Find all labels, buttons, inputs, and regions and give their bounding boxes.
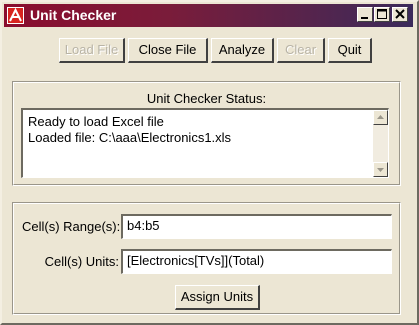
close-file-button[interactable]: Close File bbox=[128, 38, 208, 63]
close-icon bbox=[395, 9, 405, 19]
assign-units-button[interactable]: Assign Units bbox=[175, 285, 260, 310]
title-bar[interactable]: Unit Checker bbox=[4, 4, 413, 27]
vertical-scrollbar[interactable] bbox=[373, 110, 388, 177]
status-heading: Unit Checker Status: bbox=[146, 91, 267, 106]
maximize-button[interactable] bbox=[374, 7, 390, 22]
status-line: Loaded file: C:\aaa\Electronics1.xls bbox=[28, 130, 232, 145]
status-log[interactable]: Ready to load Excel file Loaded file: C:… bbox=[21, 108, 389, 178]
minimize-icon bbox=[361, 17, 368, 19]
close-button[interactable] bbox=[392, 7, 408, 22]
scroll-up-button[interactable] bbox=[373, 110, 388, 125]
minimize-button[interactable] bbox=[357, 7, 373, 22]
units-input[interactable]: [Electronics[TVs]](Total) bbox=[121, 249, 392, 274]
range-label: Cell(s) Range(s): bbox=[22, 219, 121, 234]
maximize-icon bbox=[377, 9, 387, 19]
scroll-down-button[interactable] bbox=[373, 162, 388, 177]
window-title: Unit Checker bbox=[30, 7, 117, 23]
units-label: Cell(s) Units: bbox=[44, 254, 119, 269]
app-window: Unit Checker Load File Close File Analyz… bbox=[0, 0, 419, 325]
status-line: Ready to load Excel file bbox=[28, 114, 164, 129]
analyze-button[interactable]: Analyze bbox=[211, 38, 274, 63]
load-file-button[interactable]: Load File bbox=[59, 38, 125, 63]
app-logo-icon bbox=[7, 7, 24, 24]
arrow-up-icon bbox=[377, 115, 384, 119]
status-lines: Ready to load Excel file Loaded file: C:… bbox=[28, 114, 231, 146]
quit-button[interactable]: Quit bbox=[328, 38, 372, 63]
clear-button[interactable]: Clear bbox=[277, 38, 325, 63]
arrow-down-icon bbox=[377, 168, 384, 172]
range-input[interactable]: b4:b5 bbox=[121, 214, 392, 239]
